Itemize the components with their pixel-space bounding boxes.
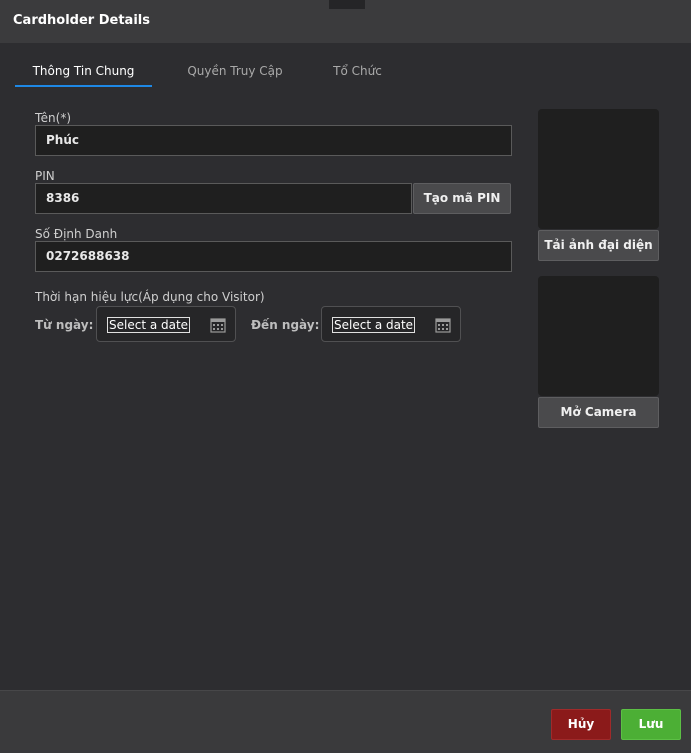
calendar-icon[interactable] — [210, 317, 226, 333]
pin-input[interactable]: 8386 — [35, 183, 412, 214]
tab-access-rights[interactable]: Quyền Truy Cập — [175, 56, 295, 86]
titlebar-handle[interactable] — [329, 0, 365, 9]
to-date-picker[interactable]: Select a date — [321, 306, 461, 342]
tab-general-info[interactable]: Thông Tin Chung — [15, 56, 152, 87]
from-date-label: Từ ngày: — [35, 318, 94, 332]
save-button[interactable]: Lưu — [621, 709, 681, 740]
calendar-icon[interactable] — [435, 317, 451, 333]
dialog-title: Cardholder Details — [13, 13, 150, 28]
generate-pin-button[interactable]: Tạo mã PIN — [413, 183, 511, 214]
to-date-input[interactable]: Select a date — [332, 317, 416, 333]
from-date-input[interactable]: Select a date — [107, 317, 191, 333]
tab-organization[interactable]: Tổ Chức — [315, 56, 400, 86]
id-number-label: Số Định Danh — [35, 227, 118, 241]
name-input[interactable]: Phúc — [35, 125, 512, 156]
dialog-titlebar: Cardholder Details — [0, 0, 691, 43]
dialog-footer: Hủy Lưu — [0, 690, 691, 753]
pin-label: PIN — [35, 169, 55, 183]
open-camera-button[interactable]: Mở Camera — [538, 397, 659, 428]
from-date-picker[interactable]: Select a date — [96, 306, 236, 342]
camera-preview — [538, 276, 659, 396]
tab-bar: Thông Tin Chung Quyền Truy Cập Tổ Chức — [15, 56, 415, 88]
cancel-button[interactable]: Hủy — [551, 709, 611, 740]
to-date-label: Đến ngày: — [251, 318, 320, 332]
name-label: Tên(*) — [35, 111, 71, 125]
avatar-preview — [538, 109, 659, 229]
validity-label: Thời hạn hiệu lực(Áp dụng cho Visitor) — [35, 290, 265, 304]
id-number-input[interactable]: 0272688638 — [35, 241, 512, 272]
upload-avatar-button[interactable]: Tải ảnh đại diện — [538, 230, 659, 261]
